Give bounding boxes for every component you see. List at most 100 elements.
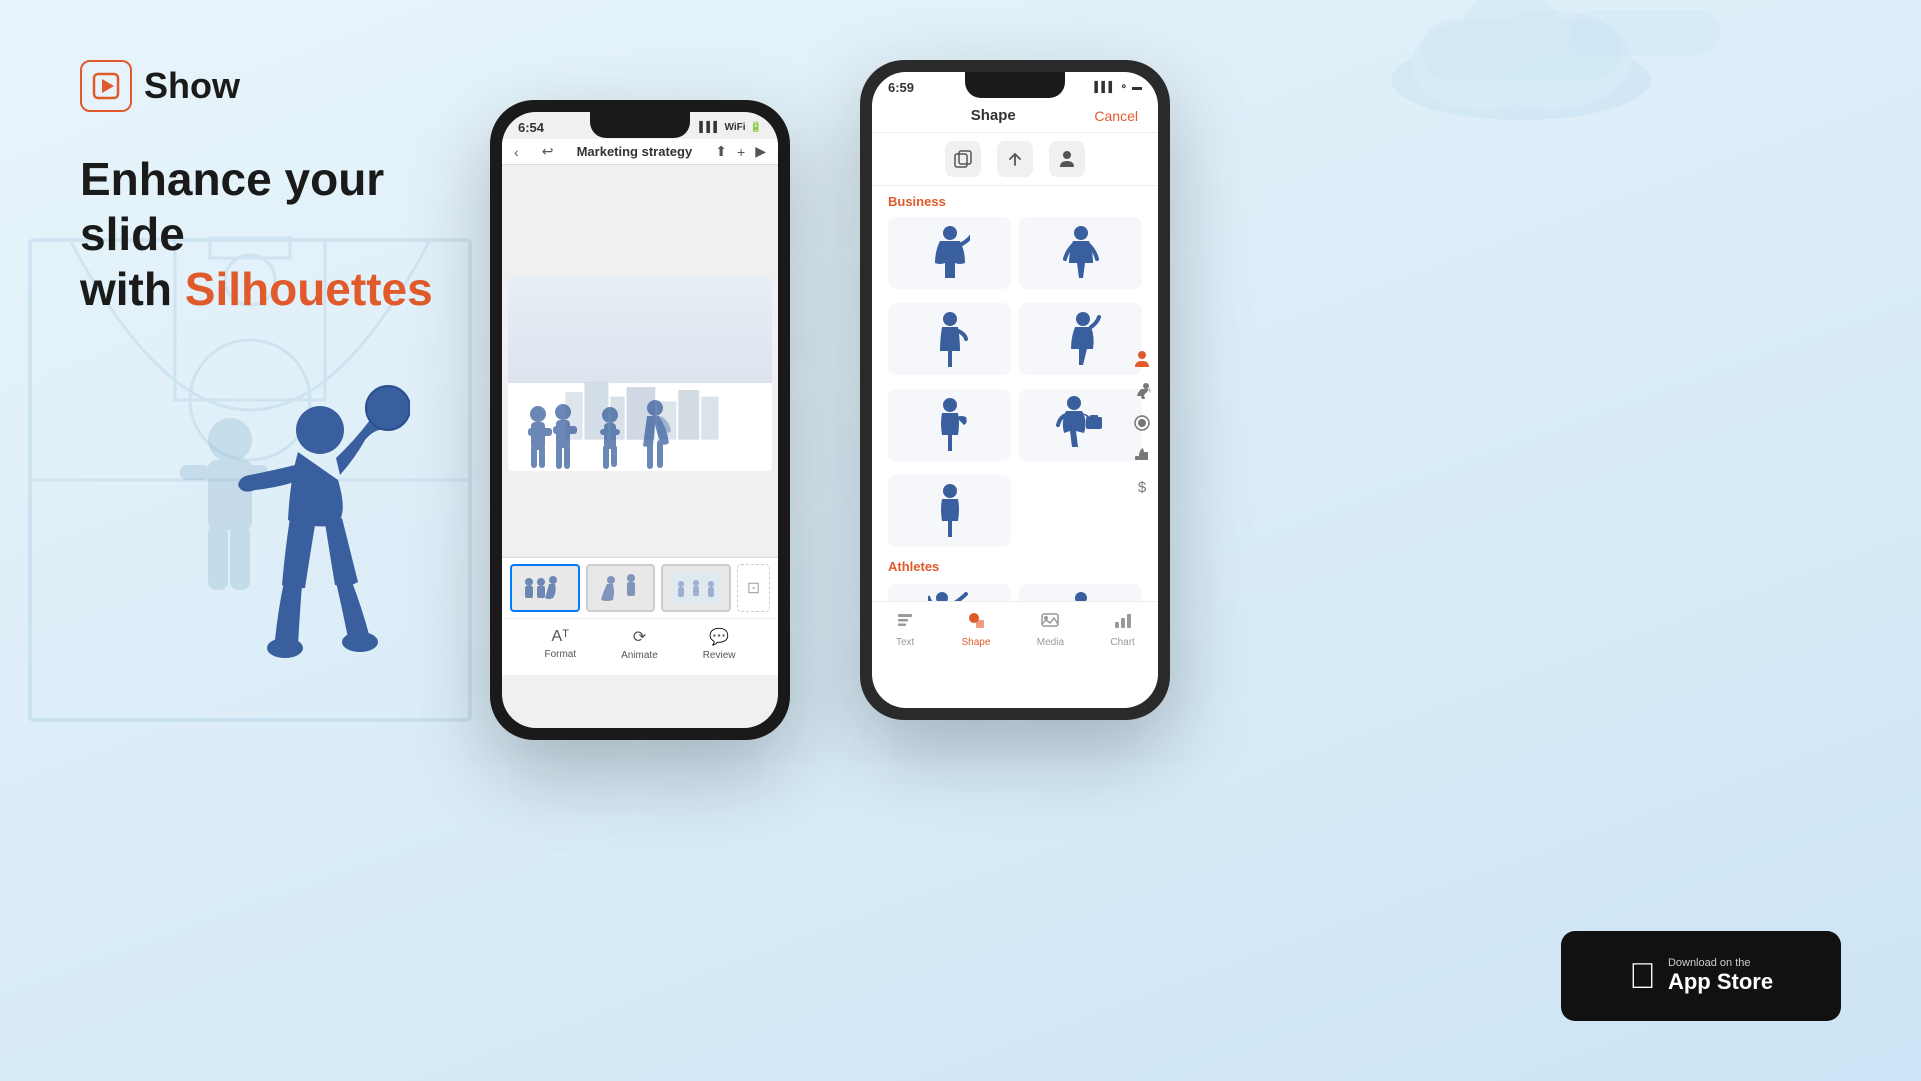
side-cat-runner[interactable] <box>1130 379 1154 403</box>
chart-tab-icon <box>1113 610 1133 635</box>
appstore-text-block: Download on the App Store <box>1668 957 1773 995</box>
shape-panel-cancel[interactable]: Cancel <box>1094 108 1138 124</box>
phone-right-screen: 6:59 ▌▌▌ ⚬ ▬ Shape Cancel <box>872 72 1158 708</box>
shape-tab-duplicate[interactable] <box>945 141 981 177</box>
business-category-label: Business <box>872 186 1158 213</box>
battery-r-icon: ▬ <box>1132 82 1142 93</box>
text-tab-icon <box>895 610 915 635</box>
back-icon[interactable]: ‹ <box>514 144 519 160</box>
slide-thumbnails: ⊡ <box>502 557 778 618</box>
app-logo-icon <box>80 60 132 112</box>
wifi-icon: WiFi <box>725 122 746 133</box>
side-cat-dollar[interactable]: $ <box>1130 475 1154 499</box>
phone-left-frame: 6:54 ▌▌▌ WiFi 🔋 ‹ ↩ Marketing strategy ⬆… <box>490 100 790 740</box>
shape-item-6[interactable] <box>1019 389 1142 461</box>
phone-right: 6:59 ▌▌▌ ⚬ ▬ Shape Cancel <box>860 60 1170 720</box>
shape-item-2[interactable] <box>1019 217 1142 289</box>
thumb-3[interactable] <box>661 564 731 612</box>
shape-scroll-area: Business <box>872 186 1158 660</box>
format-tab[interactable]: Aᵀ Format <box>544 628 576 660</box>
phone-left-notch <box>590 112 690 138</box>
tab-chart[interactable]: Chart <box>1110 610 1134 648</box>
play-icon[interactable]: ▶ <box>755 143 766 160</box>
phone-left-status-icons: ▌▌▌ WiFi 🔋 <box>699 122 762 133</box>
phone-left-screen: 6:54 ▌▌▌ WiFi 🔋 ‹ ↩ Marketing strategy ⬆… <box>502 112 778 728</box>
side-cat-thumbsup[interactable] <box>1130 443 1154 467</box>
thumb-1[interactable] <box>510 564 580 612</box>
review-tab[interactable]: 💬 Review <box>703 627 736 661</box>
tab-shape-label: Shape <box>962 637 991 648</box>
business-grid-row2 <box>872 299 1158 379</box>
review-icon: 💬 <box>709 627 729 647</box>
left-section: Show Enhance your slide with Silhouettes <box>80 60 500 328</box>
phone-left-bottom-toolbar: Aᵀ Format ⟳ Animate 💬 Review <box>502 618 778 675</box>
phone-left-toolbar[interactable]: ‹ ↩ Marketing strategy ⬆ + ▶ <box>502 139 778 165</box>
animate-label: Animate <box>621 650 658 661</box>
shape-panel-header: Shape Cancel <box>872 99 1158 133</box>
tab-text[interactable]: Text <box>895 610 915 648</box>
share-icon[interactable]: ⬆ <box>715 143 727 160</box>
signal-r-icon: ▌▌▌ <box>1094 82 1115 93</box>
review-label: Review <box>703 650 736 661</box>
side-cat-head[interactable] <box>1130 411 1154 435</box>
shape-item-empty <box>1019 475 1142 547</box>
side-category-icons: $ <box>1130 347 1154 499</box>
add-icon[interactable]: + <box>737 144 745 160</box>
business-grid-row4 <box>872 471 1158 551</box>
appstore-badge[interactable]:  Download on the App Store <box>1561 931 1841 1021</box>
slide-content-wrapper <box>502 165 778 557</box>
slide-people <box>518 396 762 471</box>
shape-item-5[interactable] <box>888 389 1011 461</box>
phone-right-time: 6:59 <box>888 80 914 95</box>
animate-tab[interactable]: ⟳ Animate <box>621 627 658 661</box>
business-grid-row1 <box>872 213 1158 293</box>
headline-highlight: Silhouettes <box>185 263 433 315</box>
shape-item-3[interactable] <box>888 303 1011 375</box>
phone-right-status-icons: ▌▌▌ ⚬ ▬ <box>1094 82 1142 93</box>
tab-media[interactable]: Media <box>1037 610 1064 648</box>
headline: Enhance your slide with Silhouettes <box>80 152 500 318</box>
phone-left-time: 6:54 <box>518 120 544 135</box>
shape-bottom-tab-bar: Text Shape <box>872 601 1158 660</box>
business-grid-row3 <box>872 385 1158 465</box>
slide-main-scene <box>508 276 772 471</box>
shape-item-1[interactable] <box>888 217 1011 289</box>
thumb-add[interactable]: ⊡ <box>737 564 770 612</box>
shape-tab-icon <box>966 610 986 635</box>
apple-logo-icon:  <box>1629 955 1656 997</box>
shape-type-tabs <box>872 133 1158 186</box>
tab-text-label: Text <box>896 637 914 648</box>
side-cat-person[interactable] <box>1130 347 1154 371</box>
slide-upper <box>508 171 772 271</box>
battery-icon: 🔋 <box>750 122 762 133</box>
dollar-icon: $ <box>1138 479 1146 496</box>
phone-right-frame: 6:59 ▌▌▌ ⚬ ▬ Shape Cancel <box>860 60 1170 720</box>
app-name: Show <box>144 65 240 107</box>
headline-with: with <box>80 263 185 315</box>
toolbar-action-icons: ⬆ + ▶ <box>715 143 766 160</box>
undo-icon[interactable]: ↩ <box>542 143 554 160</box>
slide-sky <box>508 276 772 383</box>
shape-panel-title: Shape <box>971 107 1016 124</box>
format-icon: Aᵀ <box>552 628 570 646</box>
headline-line1: Enhance your slide <box>80 153 384 260</box>
logo-area: Show <box>80 60 500 112</box>
shape-item-4[interactable] <box>1019 303 1142 375</box>
basketball-player-illustration <box>120 340 410 700</box>
athletes-category-label: Athletes <box>872 551 1158 578</box>
cloud-top-right <box>1381 0 1661 120</box>
format-label: Format <box>544 649 576 660</box>
wifi-r-icon: ⚬ <box>1120 82 1128 93</box>
phone-left: 6:54 ▌▌▌ WiFi 🔋 ‹ ↩ Marketing strategy ⬆… <box>490 100 790 740</box>
slide-lower <box>508 476 772 551</box>
appstore-big-text: App Store <box>1668 969 1773 995</box>
signal-icon: ▌▌▌ <box>699 122 720 133</box>
add-slide-icon: ⊡ <box>747 578 760 598</box>
shape-tab-person[interactable] <box>1049 141 1085 177</box>
appstore-small-text: Download on the <box>1668 957 1773 969</box>
shape-item-7[interactable] <box>888 475 1011 547</box>
tab-shape[interactable]: Shape <box>962 610 991 648</box>
thumb-2[interactable] <box>586 564 656 612</box>
animate-icon: ⟳ <box>633 627 646 647</box>
shape-tab-up[interactable] <box>997 141 1033 177</box>
